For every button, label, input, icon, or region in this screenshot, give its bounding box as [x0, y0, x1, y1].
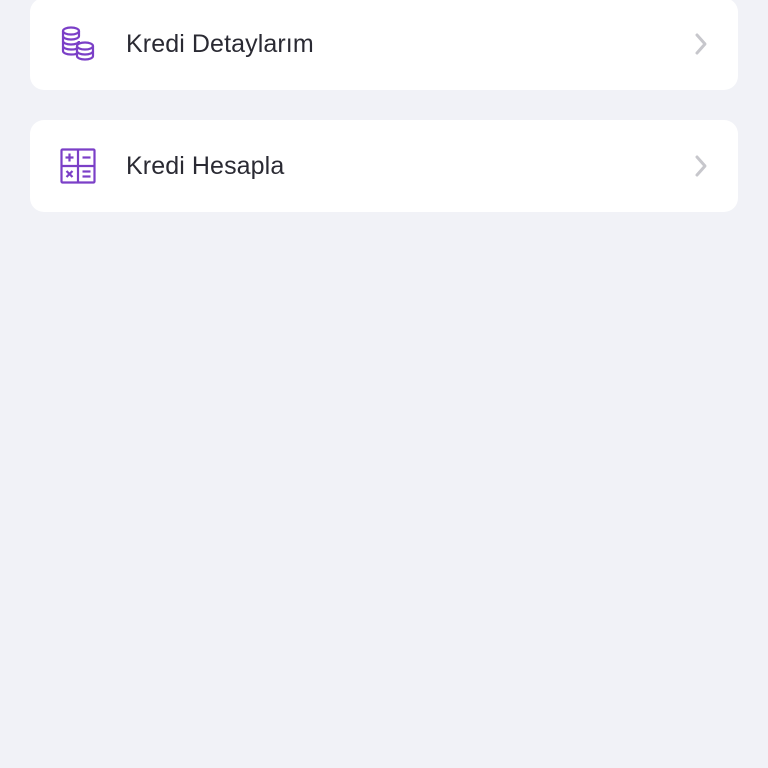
menu-item-label: Kredi Detaylarım [126, 29, 314, 58]
menu-item-label: Kredi Hesapla [126, 151, 285, 180]
menu-item-kredi-hesapla[interactable]: Kredi Hesapla [30, 120, 738, 212]
calculator-icon [58, 146, 98, 186]
menu-item-kredi-detaylarim[interactable]: Kredi Detaylarım [30, 0, 738, 90]
chevron-right-icon [692, 32, 710, 56]
coins-stack-icon [58, 24, 98, 64]
chevron-right-icon [692, 154, 710, 178]
